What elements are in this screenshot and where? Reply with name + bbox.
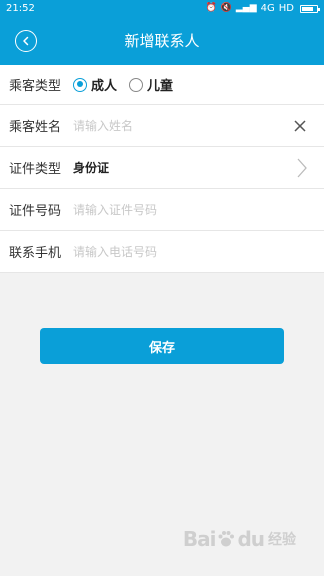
radio-unchecked-icon bbox=[129, 77, 144, 92]
id-type-label: 证件类型 bbox=[9, 162, 62, 177]
phone-label: 联系手机 bbox=[9, 246, 62, 261]
name-input[interactable] bbox=[73, 118, 273, 133]
mute-icon: 🔇 bbox=[220, 3, 232, 13]
status-time: 21:52 bbox=[6, 3, 35, 14]
id-number-input[interactable] bbox=[73, 202, 273, 217]
status-bar: 21:52 ⏰ 🔇 ▂▄▆ 4G HD bbox=[0, 0, 324, 17]
watermark-text-sub: du bbox=[237, 527, 265, 551]
id-type-value: 身份证 bbox=[73, 161, 110, 175]
id-number-label: 证件号码 bbox=[9, 204, 62, 219]
alarm-icon: ⏰ bbox=[205, 3, 217, 13]
radio-child-label: 儿童 bbox=[147, 79, 174, 94]
chevron-right-icon bbox=[297, 158, 307, 178]
phone-row: 联系手机 bbox=[0, 231, 324, 273]
nav-bar: 新增联系人 bbox=[0, 17, 324, 65]
watermark-text-right: 经验 bbox=[268, 532, 296, 548]
save-button[interactable]: 保存 bbox=[40, 328, 284, 364]
phone-input[interactable] bbox=[73, 244, 273, 259]
signal-icon: ▂▄▆ bbox=[235, 3, 257, 13]
page-title: 新增联系人 bbox=[124, 32, 200, 50]
id-number-row: 证件号码 bbox=[0, 189, 324, 231]
contact-form: 乘客类型 成人 儿童 乘客姓名 证件类型 身份证 证件号码 bbox=[0, 65, 324, 273]
close-icon[interactable] bbox=[292, 118, 308, 134]
watermark-text-left: Bai bbox=[182, 527, 217, 551]
passenger-type-row: 乘客类型 成人 儿童 bbox=[0, 65, 324, 105]
radio-checked-icon bbox=[73, 77, 87, 92]
passenger-type-label: 乘客类型 bbox=[9, 79, 62, 94]
radio-child[interactable]: 儿童 bbox=[129, 75, 173, 94]
paw-icon bbox=[218, 531, 235, 547]
status-icons: ⏰ 🔇 ▂▄▆ 4G HD bbox=[205, 3, 320, 14]
id-type-row[interactable]: 证件类型 身份证 bbox=[0, 147, 324, 189]
name-row: 乘客姓名 bbox=[0, 105, 324, 147]
radio-adult[interactable]: 成人 bbox=[73, 75, 117, 94]
baidu-watermark: Bai du 经验 bbox=[183, 527, 296, 551]
radio-adult-label: 成人 bbox=[91, 79, 118, 94]
network-quality: HD bbox=[278, 3, 294, 14]
passenger-type-radio-group: 成人 儿童 bbox=[73, 75, 185, 94]
network-type: 4G bbox=[260, 3, 275, 14]
name-label: 乘客姓名 bbox=[9, 120, 62, 135]
battery-icon bbox=[300, 4, 320, 13]
